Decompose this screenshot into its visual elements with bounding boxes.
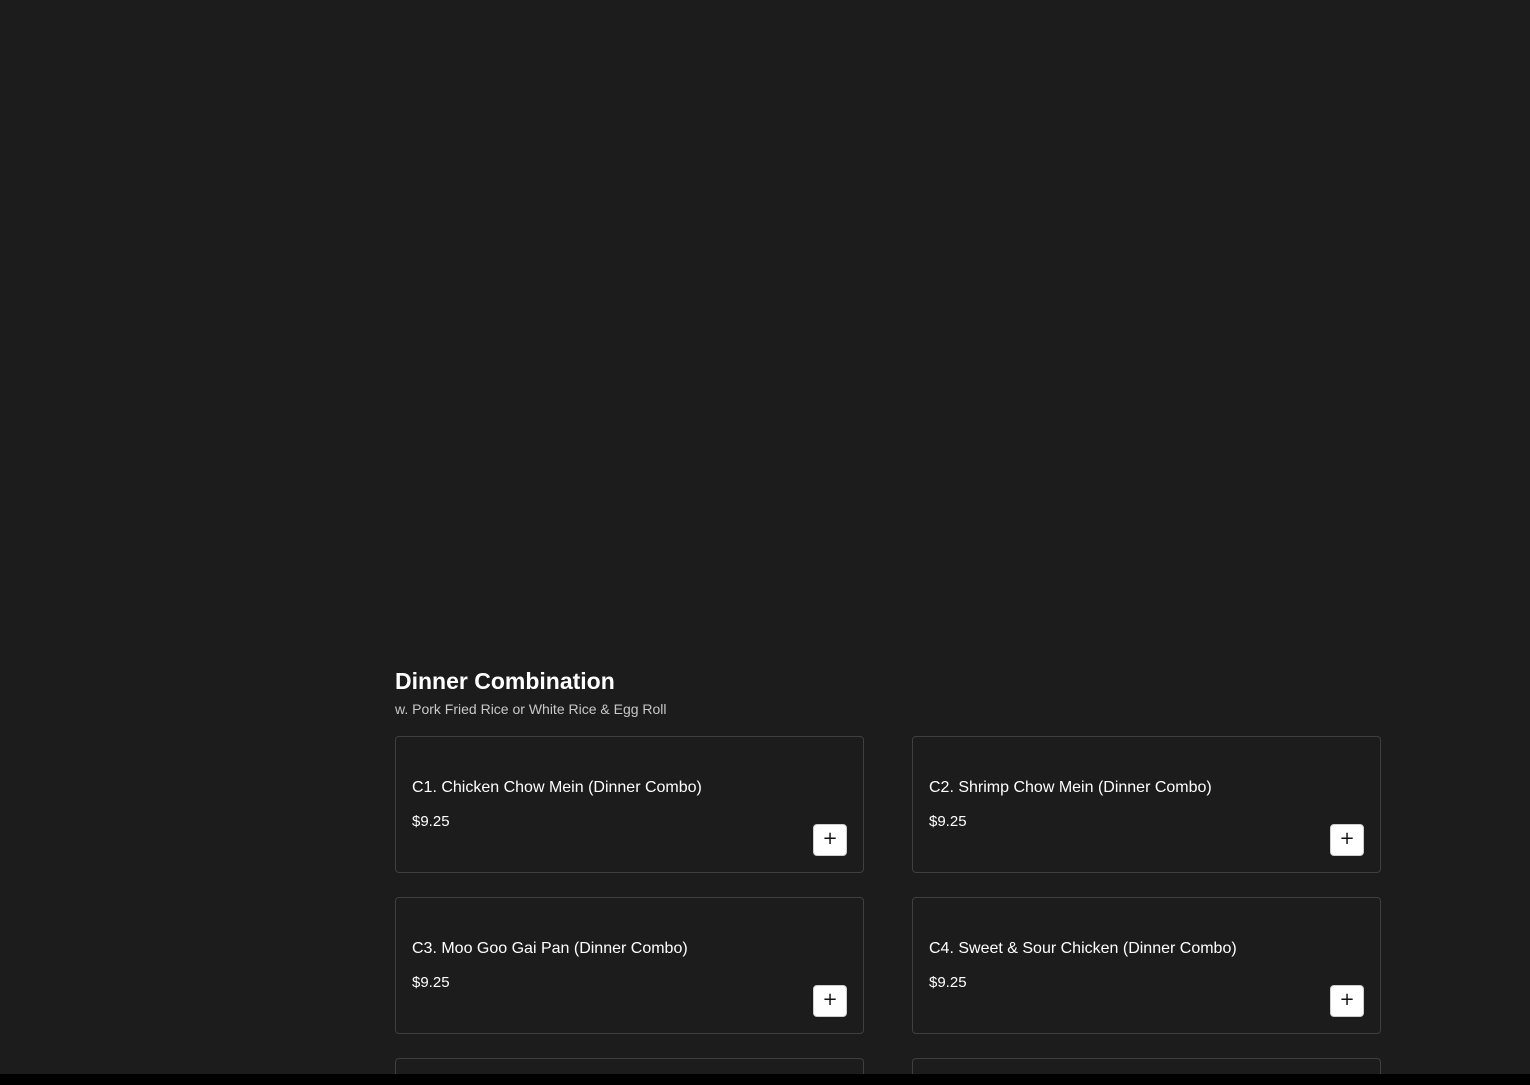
menu-item-price: $9.25 (929, 813, 967, 830)
plus-icon: + (1339, 828, 1355, 849)
menu-item-card[interactable]: C4. Sweet & Sour Chicken (Dinner Combo) … (912, 897, 1381, 1034)
add-to-cart-button[interactable]: + (813, 985, 847, 1017)
menu-item-price: $9.25 (412, 813, 450, 830)
menu-item-card[interactable]: C2. Shrimp Chow Mein (Dinner Combo) $9.2… (912, 736, 1381, 873)
plus-icon: + (822, 989, 838, 1010)
menu-item-price: $9.25 (412, 974, 450, 991)
section-title: Dinner Combination (395, 668, 615, 694)
plus-icon: + (1339, 989, 1355, 1010)
add-to-cart-button[interactable]: + (1330, 985, 1364, 1017)
menu-item-name: C1. Chicken Chow Mein (Dinner Combo) (412, 779, 702, 796)
bottom-edge-bar (0, 1074, 1530, 1085)
menu-item-name: C2. Shrimp Chow Mein (Dinner Combo) (929, 779, 1212, 796)
menu-item-card[interactable]: C3. Moo Goo Gai Pan (Dinner Combo) $9.25… (395, 897, 864, 1034)
menu-item-grid: C1. Chicken Chow Mein (Dinner Combo) $9.… (395, 736, 1381, 1078)
plus-icon: + (822, 828, 838, 849)
menu-section-dinner-combination: Dinner Combination w. Pork Fried Rice or… (395, 664, 1381, 1078)
add-to-cart-button[interactable]: + (1330, 824, 1364, 856)
menu-item-card[interactable]: C1. Chicken Chow Mein (Dinner Combo) $9.… (395, 736, 864, 873)
add-to-cart-button[interactable]: + (813, 824, 847, 856)
menu-item-price: $9.25 (929, 974, 967, 991)
section-subtitle: w. Pork Fried Rice or White Rice & Egg R… (395, 701, 667, 717)
menu-item-name: C4. Sweet & Sour Chicken (Dinner Combo) (929, 940, 1237, 957)
menu-item-name: C3. Moo Goo Gai Pan (Dinner Combo) (412, 940, 688, 957)
